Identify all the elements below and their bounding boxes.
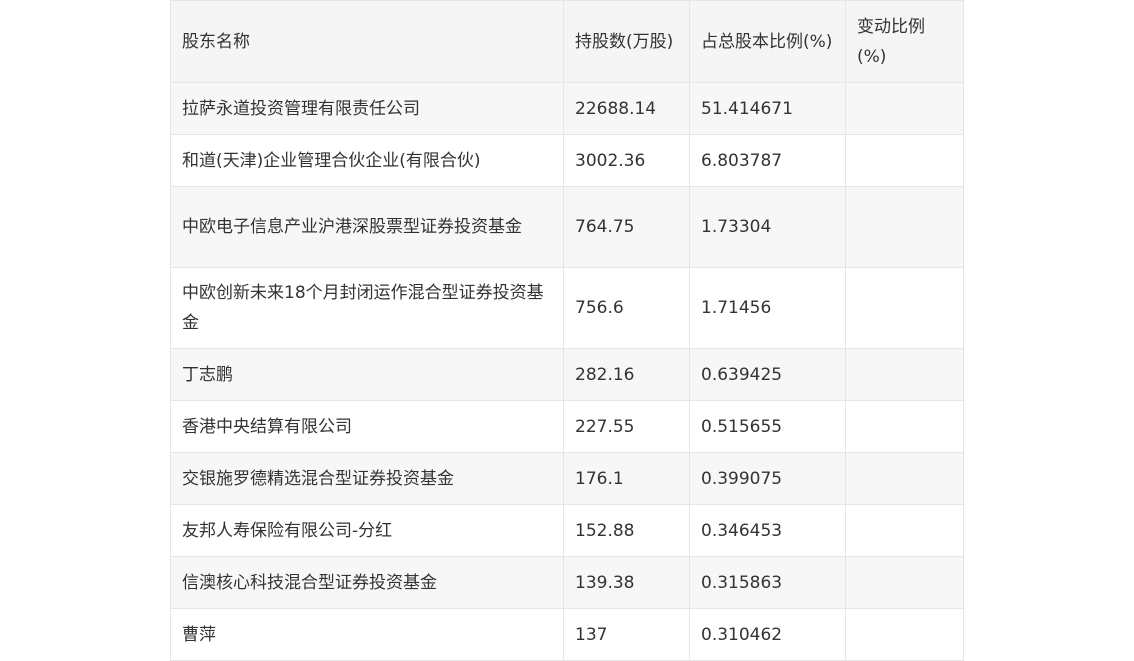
cell-shareholder-name: 中欧创新未来18个月封闭运作混合型证券投资基金 [170,267,564,349]
shareholder-table: 股东名称 持股数(万股) 占总股本比例(%) 变动比例(%) 拉萨永道投资管理有… [170,0,964,661]
cell-change [845,400,964,453]
cell-ratio: 0.515655 [689,400,846,453]
table-row: 丁志鹏 282.16 0.639425 [170,348,964,401]
cell-ratio: 0.315863 [689,556,846,609]
cell-change [845,348,964,401]
cell-ratio: 0.639425 [689,348,846,401]
header-ratio: 占总股本比例(%) [689,0,846,83]
cell-shareholder-name: 曹萍 [170,608,564,661]
table-row: 中欧创新未来18个月封闭运作混合型证券投资基金 756.6 1.71456 [170,267,964,349]
cell-change [845,134,964,187]
header-row: 股东名称 持股数(万股) 占总股本比例(%) 变动比例(%) [170,0,964,83]
table-row: 和道(天津)企业管理合伙企业(有限合伙) 3002.36 6.803787 [170,134,964,187]
table-row: 香港中央结算有限公司 227.55 0.515655 [170,400,964,453]
cell-shares: 137 [563,608,690,661]
shareholder-table-container: 股东名称 持股数(万股) 占总股本比例(%) 变动比例(%) 拉萨永道投资管理有… [170,0,964,661]
cell-change [845,186,964,268]
cell-change [845,556,964,609]
cell-shareholder-name: 中欧电子信息产业沪港深股票型证券投资基金 [170,186,564,268]
table-row: 信澳核心科技混合型证券投资基金 139.38 0.315863 [170,556,964,609]
cell-ratio: 0.399075 [689,452,846,505]
cell-shareholder-name: 交银施罗德精选混合型证券投资基金 [170,452,564,505]
cell-shares: 152.88 [563,504,690,557]
cell-shareholder-name: 信澳核心科技混合型证券投资基金 [170,556,564,609]
cell-change [845,608,964,661]
cell-shareholder-name: 香港中央结算有限公司 [170,400,564,453]
cell-shares: 764.75 [563,186,690,268]
cell-ratio: 0.310462 [689,608,846,661]
table-row: 中欧电子信息产业沪港深股票型证券投资基金 764.75 1.73304 [170,186,964,268]
header-change: 变动比例(%) [845,0,964,83]
cell-shares: 3002.36 [563,134,690,187]
cell-shares: 756.6 [563,267,690,349]
table-row: 交银施罗德精选混合型证券投资基金 176.1 0.399075 [170,452,964,505]
table-row: 友邦人寿保险有限公司-分红 152.88 0.346453 [170,504,964,557]
header-shares: 持股数(万股) [563,0,690,83]
table-row: 拉萨永道投资管理有限责任公司 22688.14 51.414671 [170,82,964,135]
cell-shares: 139.38 [563,556,690,609]
table-body: 拉萨永道投资管理有限责任公司 22688.14 51.414671 和道(天津)… [170,82,964,661]
cell-ratio: 0.346453 [689,504,846,557]
cell-change [845,82,964,135]
cell-ratio: 6.803787 [689,134,846,187]
cell-change [845,504,964,557]
cell-shareholder-name: 拉萨永道投资管理有限责任公司 [170,82,564,135]
cell-shares: 22688.14 [563,82,690,135]
table-header: 股东名称 持股数(万股) 占总股本比例(%) 变动比例(%) [170,0,964,83]
table-row: 曹萍 137 0.310462 [170,608,964,661]
cell-shareholder-name: 友邦人寿保险有限公司-分红 [170,504,564,557]
cell-shares: 282.16 [563,348,690,401]
cell-shareholder-name: 和道(天津)企业管理合伙企业(有限合伙) [170,134,564,187]
cell-shares: 176.1 [563,452,690,505]
cell-ratio: 1.71456 [689,267,846,349]
cell-change [845,267,964,349]
cell-shareholder-name: 丁志鹏 [170,348,564,401]
header-shareholder-name: 股东名称 [170,0,564,83]
cell-ratio: 51.414671 [689,82,846,135]
cell-shares: 227.55 [563,400,690,453]
cell-change [845,452,964,505]
cell-ratio: 1.73304 [689,186,846,268]
